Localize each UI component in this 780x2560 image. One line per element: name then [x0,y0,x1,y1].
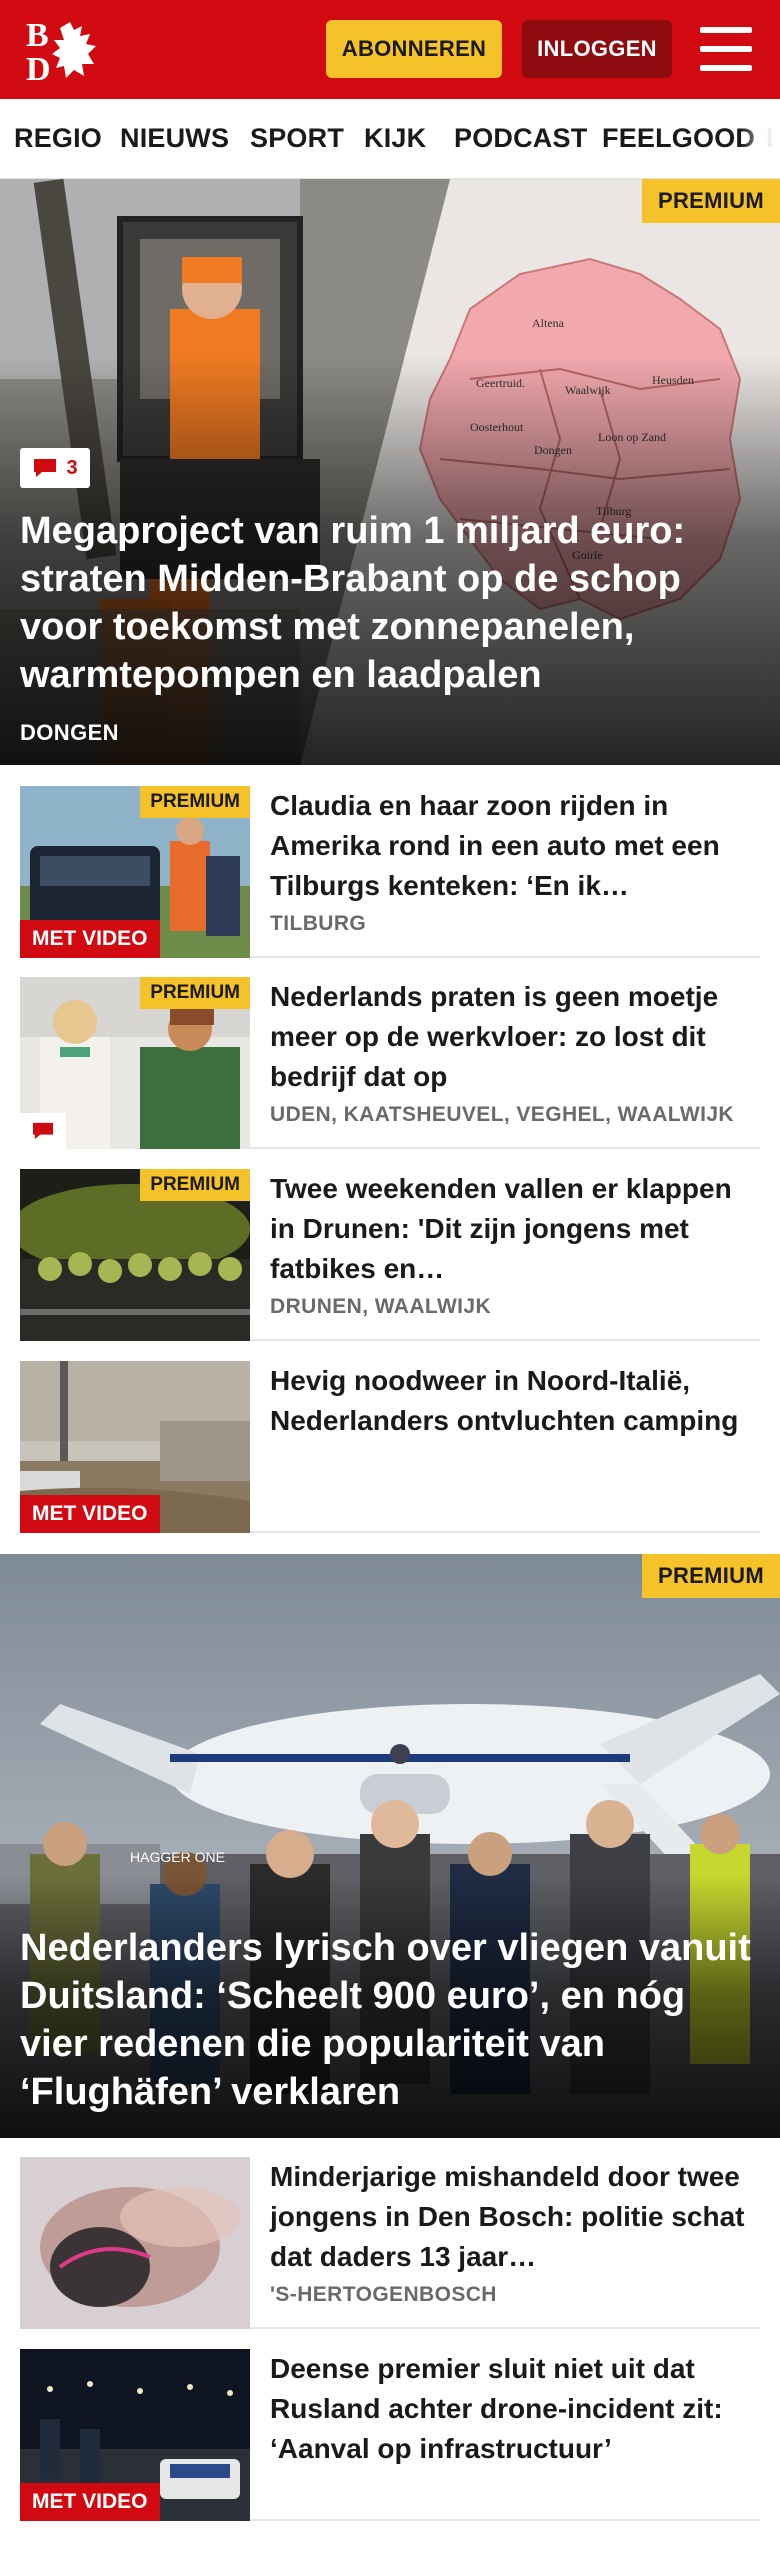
article-location-tag: TILBURG [270,912,367,935]
comment-count-badge[interactable]: 3 [20,448,90,488]
nav-item-feelgood[interactable]: FEELGOOD [602,123,755,154]
nav-item-sport[interactable]: SPORT [250,123,344,154]
article-title[interactable]: Minderjarige mishandeld door twee jongen… [270,2157,760,2277]
subscribe-button[interactable]: ABONNEREN [326,20,502,78]
premium-badge: PREMIUM [642,179,780,223]
article-thumbnail: PREMIUM [20,1169,250,1341]
article-location-tag: DRUNEN, WAALWIJK [270,1295,492,1318]
section-nav: REGIO NIEUWS SPORT KIJK PODCAST FEELGOOD… [0,99,780,179]
nav-fade [740,99,780,178]
hero-article-megaproject[interactable]: Altena Heusden Geertruid. Waalwijk Ooste… [0,179,780,765]
article-title[interactable]: Claudia en haar zoon rijden in Amerika r… [270,786,760,906]
comment-icon [34,459,57,477]
video-badge: MET VIDEO [20,1495,160,1533]
hero-article-flughafen[interactable]: HAGGER ONE PREMIUM Nederlanders lyrisch … [0,1554,780,2138]
video-badge: MET VIDEO [20,2483,160,2521]
article-thumbnail: PREMIUM [20,977,250,1149]
premium-badge: PREMIUM [140,1169,250,1201]
list-item[interactable]: PREMIUM MET VIDEO Claudia en haar zoon r… [20,786,760,958]
article-thumbnail [20,2157,250,2329]
article-thumbnail: PREMIUM MET VIDEO [20,786,250,958]
premium-badge: PREMIUM [642,1554,780,1598]
list-item[interactable]: Minderjarige mishandeld door twee jongen… [20,2157,760,2329]
airline-sign-text: HAGGER ONE [130,1849,225,1865]
video-badge: MET VIDEO [20,920,160,958]
hero-title[interactable]: Nederlanders lyrisch over vliegen vanuit… [20,1924,760,2116]
article-location-tag: 'S-HERTOGENBOSCH [270,2283,497,2306]
login-button[interactable]: INLOGGEN [522,20,672,78]
article-title[interactable]: Hevig noodweer in Noord-Italië, Nederlan… [270,1361,760,1441]
nav-item-regio[interactable]: REGIO [14,123,102,154]
svg-text:D: D [26,51,51,84]
comment-badge[interactable] [20,1113,66,1149]
list-item[interactable]: PREMIUM Nederlands praten is geen moetje… [20,977,760,1149]
article-location-tag: UDEN, KAATSHEUVEL, VEGHEL, WAALWIJK [270,1103,734,1126]
article-title[interactable]: Nederlands praten is geen moetje meer op… [270,977,760,1097]
comment-icon [33,1122,53,1140]
nav-item-kijk[interactable]: KIJK [364,123,426,154]
svg-text:B: B [26,17,49,54]
hero-title[interactable]: Megaproject van ruim 1 miljard euro: str… [20,507,760,699]
list-item[interactable]: PREMIUM Twee weekenden vallen er klappen… [20,1169,760,1341]
nav-item-nieuws[interactable]: NIEUWS [120,123,229,154]
bd-logo[interactable]: B D [22,14,118,88]
top-header: B D ABONNEREN INLOGGEN [0,0,780,99]
article-title[interactable]: Twee weekenden vallen er klappen in Drun… [270,1169,760,1289]
article-thumbnail: MET VIDEO [20,1361,250,1533]
list-item[interactable]: MET VIDEO Deense premier sluit niet uit … [20,2349,760,2521]
hamburger-menu-icon[interactable] [700,27,752,71]
list-item[interactable]: MET VIDEO Hevig noodweer in Noord-Italië… [20,1361,760,1533]
premium-badge: PREMIUM [140,977,250,1009]
article-thumbnail: MET VIDEO [20,2349,250,2521]
svg-text:Altena: Altena [532,316,565,330]
nav-item-podcast[interactable]: PODCAST [454,123,587,154]
comment-count: 3 [66,456,78,479]
article-title[interactable]: Deense premier sluit niet uit dat Ruslan… [270,2349,760,2469]
hero-location-tag: DONGEN [20,720,119,745]
premium-badge: PREMIUM [140,786,250,818]
